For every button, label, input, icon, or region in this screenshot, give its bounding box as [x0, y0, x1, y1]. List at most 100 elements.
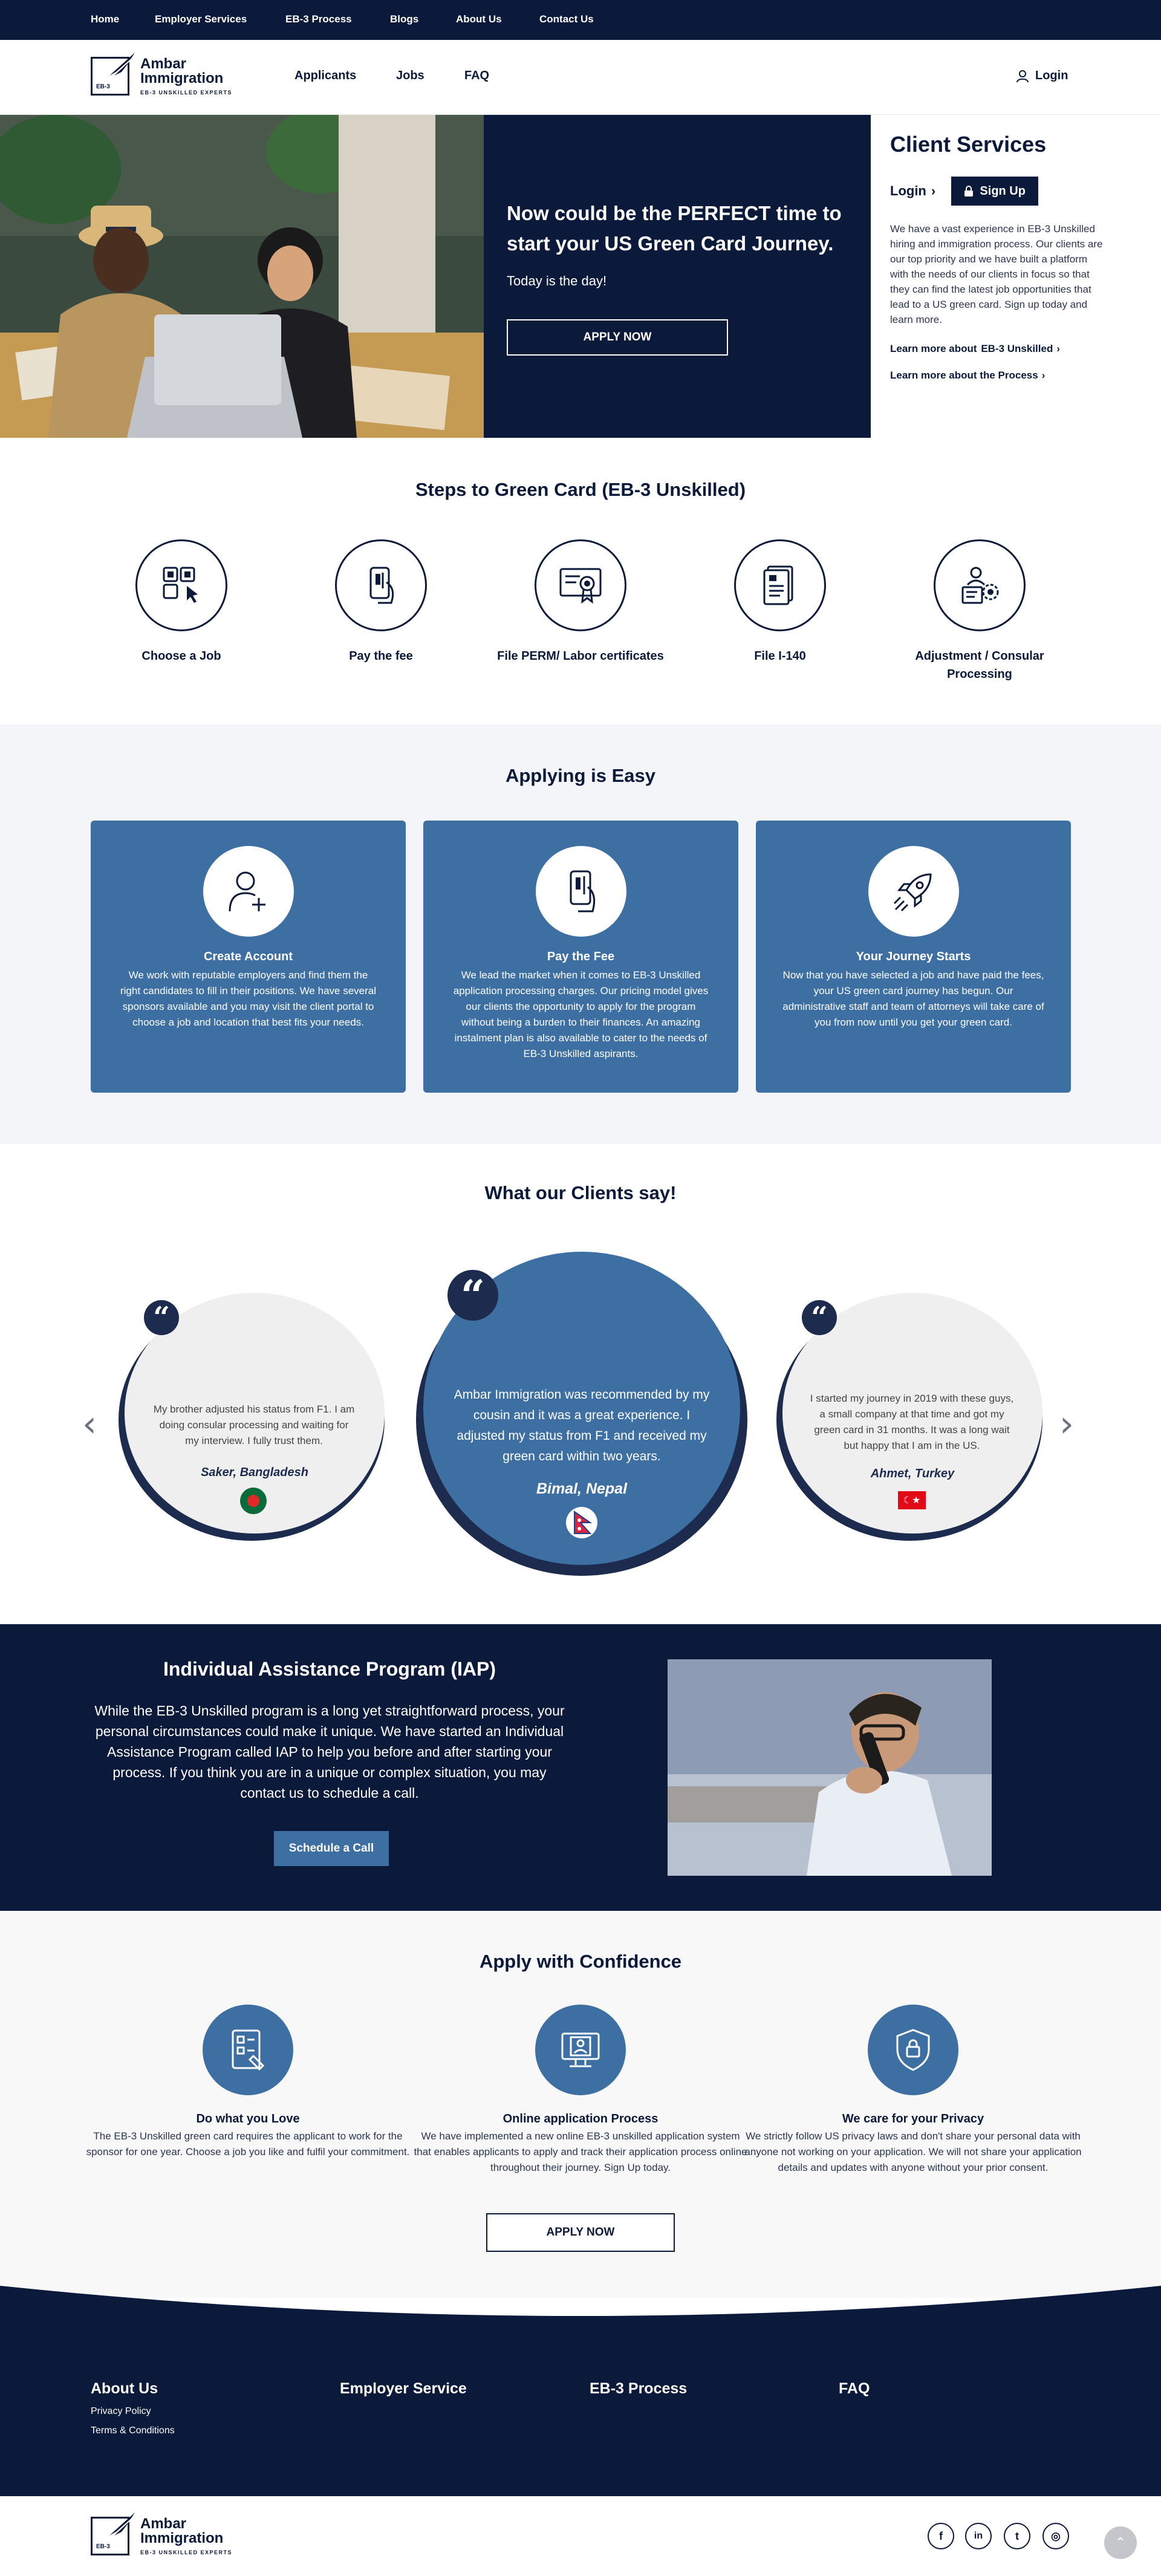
step-label: Pay the fee — [349, 649, 413, 663]
top-navigation-bar: Home Employer Services EB-3 Process Blog… — [0, 0, 1161, 40]
card-payment-icon — [535, 846, 626, 937]
add-user-icon — [203, 846, 294, 937]
nav-jobs[interactable]: Jobs — [396, 69, 424, 83]
header-login-link[interactable]: Login — [1016, 69, 1068, 83]
chevron-right-icon: › — [931, 183, 936, 198]
carousel-next-arrow[interactable]: › — [1059, 1406, 1074, 1442]
client-services-panel: Client Services Login › Sign Up We have … — [871, 115, 1161, 438]
client-services-title: Client Services — [890, 132, 1047, 157]
footer-col-eb3: EB-3 Process — [590, 2380, 687, 2398]
office-scene-illustration — [0, 115, 484, 438]
confidence-item-title: Online application Process — [502, 2112, 659, 2126]
easy-card-title: Pay the Fee — [547, 950, 615, 963]
wing-icon — [109, 53, 135, 76]
confidence-item-online-application: Online application Process We have imple… — [411, 2005, 750, 2176]
logo-name: Ambar Immigration — [140, 56, 224, 86]
iap-photo — [668, 1659, 992, 1876]
iap-title: Individual Assistance Program (IAP) — [163, 1658, 496, 1680]
footer-privacy-link[interactable]: Privacy Policy — [91, 2406, 175, 2417]
footer-logo[interactable]: EB-3 Ambar Immigration EB-3 UNSKILLED EX… — [91, 2513, 237, 2555]
learn-more-eb3-link[interactable]: Learn more about EB-3 Unskilled › — [890, 343, 1142, 355]
topnav-blogs[interactable]: Blogs — [390, 13, 418, 25]
easy-card-pay-fee: Pay the Fee We lead the market when it c… — [423, 821, 738, 1093]
online-application-icon — [535, 2005, 626, 2095]
confidence-apply-now-button[interactable]: APPLY NOW — [486, 2213, 675, 2252]
nav-applicants[interactable]: Applicants — [294, 69, 356, 83]
instagram-icon[interactable]: ◎ — [1042, 2523, 1069, 2549]
carousel-prev-arrow[interactable]: ‹ — [82, 1406, 97, 1442]
topnav-eb3-process[interactable]: EB-3 Process — [285, 13, 352, 25]
scroll-to-top-button[interactable]: ⌃ — [1104, 2526, 1137, 2559]
easy-card-text: We lead the market when it comes to EB-3… — [453, 969, 709, 1059]
easy-card-create-account: Create Account We work with reputable em… — [91, 821, 406, 1093]
site-logo[interactable]: EB-3 Ambar Immigration EB-3 UNSKILLED EX… — [91, 53, 237, 96]
logo-mark-text: EB-3 — [96, 83, 110, 90]
confidence-item-text: We strictly follow US privacy laws and d… — [744, 2130, 1082, 2173]
footer-heading[interactable]: FAQ — [839, 2380, 870, 2398]
chevron-right-icon: › — [1041, 369, 1046, 381]
linkedin-icon[interactable]: in — [965, 2523, 992, 2549]
testimonial-quote: Ambar Immigration was recommended by my … — [454, 1388, 710, 1463]
shield-lock-icon — [868, 2005, 958, 2095]
document-icon — [734, 539, 826, 631]
nav-faq[interactable]: FAQ — [464, 69, 489, 83]
topnav-home[interactable]: Home — [91, 13, 119, 25]
testimonials-title: What our Clients say! — [484, 1182, 677, 1203]
testimonial-author: Bimal, Nepal — [536, 1480, 628, 1497]
step-adjustment: Adjustment / Consular Processing — [889, 539, 1070, 683]
twitter-icon[interactable]: t — [1004, 2523, 1030, 2549]
testimonial-author: Ahmet, Turkey — [870, 1467, 955, 1480]
confidence-item-text: We have implemented a new online EB-3 un… — [414, 2130, 747, 2173]
chevron-up-icon: ⌃ — [1114, 2535, 1127, 2550]
facebook-icon[interactable]: f — [928, 2523, 954, 2549]
turkey-flag-icon: ☾★ — [898, 1491, 926, 1509]
footer-heading[interactable]: Employer Service — [340, 2380, 467, 2398]
easy-card-title: Create Account — [203, 950, 293, 963]
schedule-call-button[interactable]: Schedule a Call — [274, 1831, 389, 1866]
footer-col-faq: FAQ — [839, 2380, 870, 2398]
logo-name: Ambar Immigration — [140, 2516, 224, 2546]
processing-icon — [934, 539, 1026, 631]
hero-apply-now-button[interactable]: APPLY NOW — [507, 319, 728, 356]
confidence-item-privacy: We care for your Privacy We strictly fol… — [744, 2005, 1082, 2176]
testimonial-author: Saker, Bangladesh — [201, 1466, 308, 1479]
hero-title: Now could be the PERFECT time to start y… — [507, 202, 842, 255]
footer-heading[interactable]: About Us — [91, 2380, 175, 2398]
client-login-link[interactable]: Login › — [890, 183, 935, 199]
topnav-employer-services[interactable]: Employer Services — [155, 13, 247, 25]
hero-panel: Now could be the PERFECT time to start y… — [484, 115, 871, 438]
header-login-label: Login — [1035, 69, 1068, 82]
man-on-phone-illustration — [668, 1659, 992, 1876]
chevron-right-icon: › — [1056, 343, 1061, 354]
confidence-item-title: Do what you Love — [196, 2112, 300, 2126]
hero-photo — [0, 115, 484, 438]
learn-more-process-link[interactable]: Learn more about the Process › — [890, 369, 1142, 382]
lock-icon — [964, 186, 974, 197]
learn-more-process-label: Learn more about the Process — [890, 369, 1038, 381]
step-file-i140: File I-140 — [689, 539, 871, 665]
topnav-about-us[interactable]: About Us — [456, 13, 502, 25]
nepal-flag-icon — [566, 1507, 597, 1538]
footer-heading[interactable]: EB-3 Process — [590, 2380, 687, 2398]
signup-button[interactable]: Sign Up — [951, 177, 1039, 206]
bangladesh-flag-icon — [240, 1488, 267, 1514]
confidence-title: Apply with Confidence — [479, 1951, 682, 1972]
certificate-icon — [535, 539, 626, 631]
step-label: Adjustment / Consular Processing — [915, 649, 1044, 681]
logo-mark: EB-3 — [91, 2513, 135, 2555]
confidence-item-text: The EB-3 Unskilled green card requires t… — [86, 2130, 410, 2158]
confidence-item-title: We care for your Privacy — [842, 2112, 984, 2126]
checklist-icon — [203, 2005, 293, 2095]
easy-card-text: We work with reputable employers and fin… — [120, 969, 377, 1028]
client-services-description: We have a vast experience in EB-3 Unskil… — [890, 223, 1103, 325]
logo-tagline: EB-3 UNSKILLED EXPERTS — [140, 2549, 233, 2555]
client-login-label: Login — [890, 183, 926, 198]
site-header: EB-3 Ambar Immigration EB-3 UNSKILLED EX… — [0, 40, 1161, 115]
step-file-perm: File PERM/ Labor certificates — [490, 539, 671, 665]
hero-subtitle: Today is the day! — [507, 273, 607, 288]
topnav-contact-us[interactable]: Contact Us — [539, 13, 594, 25]
job-board-icon — [135, 539, 227, 631]
easy-card-title: Your Journey Starts — [856, 950, 971, 963]
footer-terms-link[interactable]: Terms & Conditions — [91, 2425, 175, 2436]
easy-card-journey-starts: Your Journey Starts Now that you have se… — [756, 821, 1071, 1093]
